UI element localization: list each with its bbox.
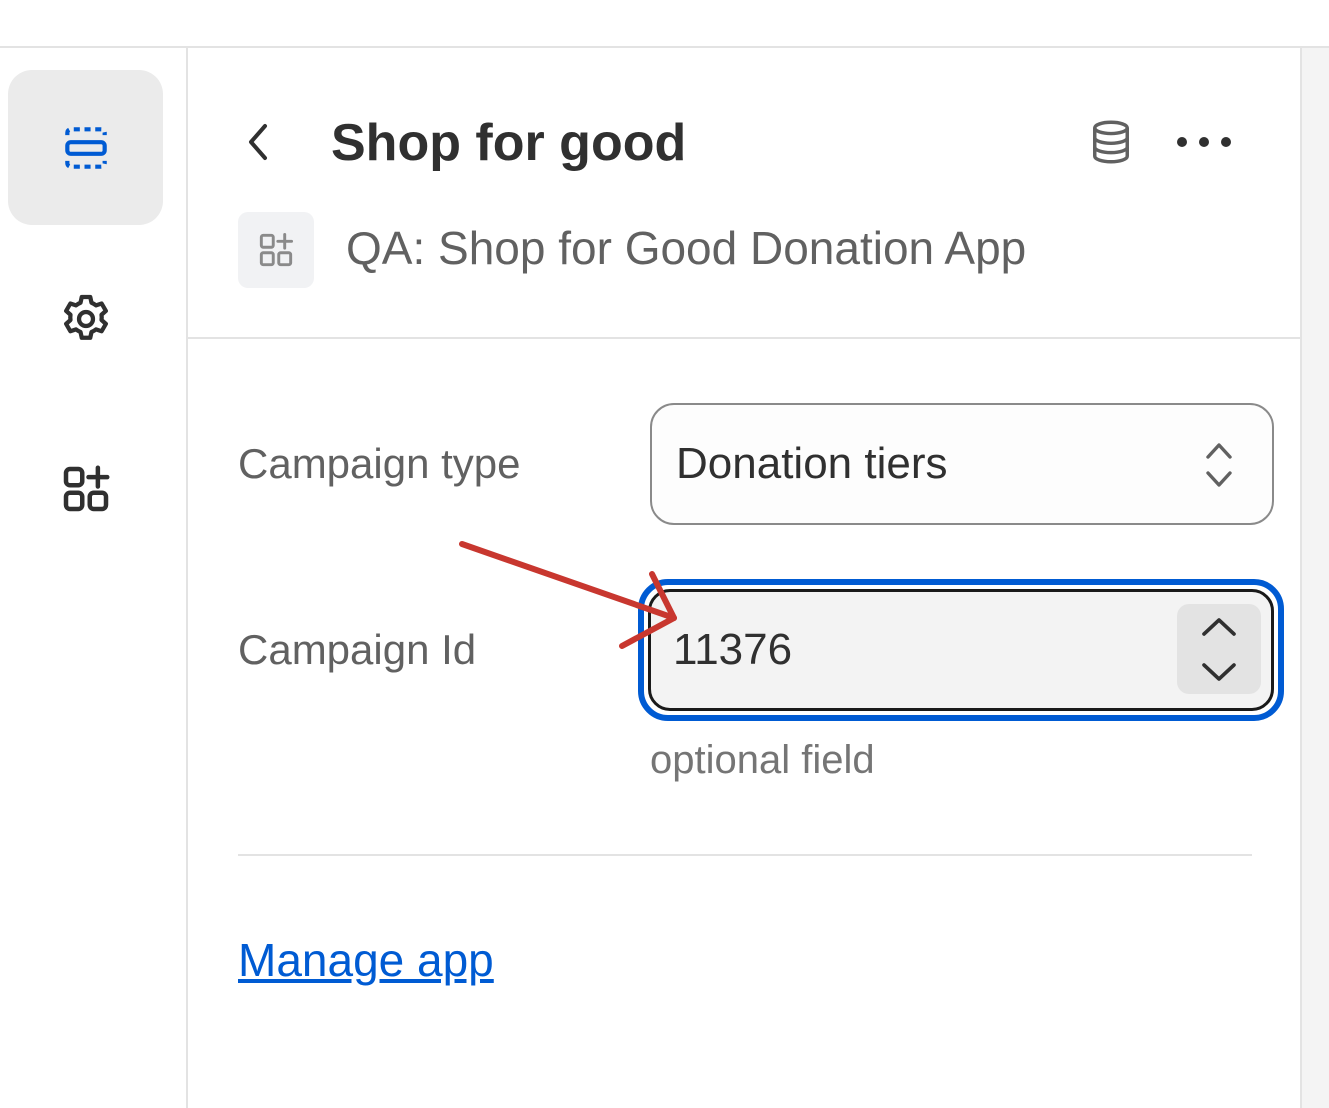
app-block-name: QA: Shop for Good Donation App <box>346 222 1027 274</box>
top-bar <box>0 0 1329 48</box>
app-block-icon-tile <box>238 212 314 288</box>
campaign-type-select[interactable]: Donation tiers <box>650 403 1274 525</box>
chevron-left-icon <box>249 124 267 160</box>
more-actions-button[interactable] <box>1172 114 1236 170</box>
data-source-button[interactable] <box>1080 114 1142 170</box>
increment-button[interactable] <box>1177 604 1261 649</box>
manage-app-link[interactable]: Manage app <box>238 928 494 992</box>
editor-panel: Shop for good QA: Shop for Good Donation… <box>188 48 1300 1108</box>
ellipsis-icon <box>1177 137 1231 147</box>
apps-icon <box>63 465 109 511</box>
app-block-icon <box>259 232 294 267</box>
campaign-id-value: 11376 <box>673 625 793 674</box>
campaign-id-input[interactable]: 11376 <box>648 589 1274 711</box>
decrement-button[interactable] <box>1177 649 1261 694</box>
sections-icon <box>64 126 107 169</box>
preview-edge <box>1300 48 1329 1108</box>
page-title: Shop for good <box>331 114 687 172</box>
sidebar-rail <box>0 48 188 1108</box>
select-chevrons-icon <box>1206 443 1232 487</box>
number-stepper <box>1177 604 1261 694</box>
back-button[interactable] <box>234 118 282 166</box>
sidebar-item-apps[interactable] <box>8 411 163 566</box>
campaign-id-label: Campaign Id <box>238 626 477 673</box>
sidebar-item-sections[interactable] <box>8 70 163 225</box>
gear-icon <box>63 294 108 340</box>
header-divider <box>188 337 1300 339</box>
chevron-down-icon <box>1202 662 1236 681</box>
chevron-up-icon <box>1202 617 1236 636</box>
campaign-type-value: Donation tiers <box>676 439 948 488</box>
campaign-id-help-text: optional field <box>650 738 875 782</box>
campaign-id-focus-ring: 11376 <box>638 579 1284 721</box>
database-icon <box>1093 120 1129 164</box>
sidebar-item-settings[interactable] <box>8 241 163 396</box>
section-divider <box>238 854 1252 856</box>
campaign-type-label: Campaign type <box>238 440 521 487</box>
